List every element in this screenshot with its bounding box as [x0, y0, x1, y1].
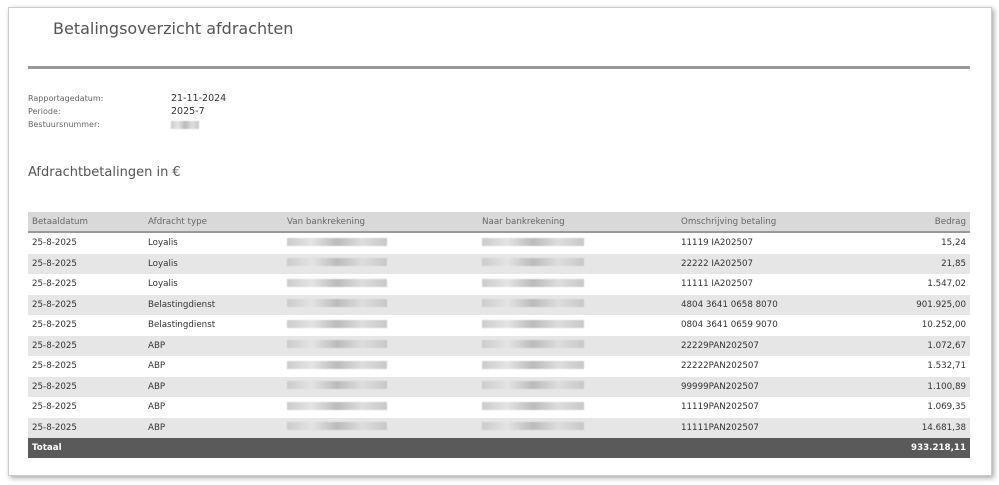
- table-row: 25-8-2025 Belastingdienst 4804 3641 0658…: [28, 294, 970, 315]
- col-afdracht-type: Afdracht type: [144, 212, 283, 233]
- van-bankrekening-redacted: [283, 253, 478, 274]
- bedrag: 1.547,02: [927, 279, 966, 290]
- bedrag: 1.532,71: [927, 361, 966, 372]
- table-row: 25-8-2025 Loyalis 22222 IA202507 21,85: [28, 253, 970, 274]
- page-title: Betalingsoverzicht afdrachten: [53, 19, 294, 38]
- naar-bankrekening-redacted: [478, 417, 677, 438]
- betaaldatum: 25-8-2025: [28, 335, 144, 356]
- afdracht-type: Belastingdienst: [148, 320, 216, 331]
- total-row: Totaal 933.218,11: [28, 438, 970, 458]
- bedrag: 1.072,67: [859, 335, 970, 356]
- betaaldatum: 25-8-2025: [32, 361, 77, 372]
- van-bankrekening-redacted: [283, 294, 478, 315]
- col-van-bankrekening: Van bankrekening: [283, 212, 478, 233]
- afdracht-type: Loyalis: [148, 238, 178, 249]
- total-label: Totaal: [28, 438, 860, 458]
- afdracht-type: ABP: [148, 402, 166, 413]
- van-bankrekening-redacted: [283, 335, 478, 356]
- bedrag: 21,85: [859, 253, 970, 274]
- bedrag: 15,24: [941, 238, 966, 249]
- table-row: 25-8-2025 Loyalis 11119 IA202507 15,24: [28, 232, 970, 254]
- table-row: 25-8-2025 ABP 99999PAN202507 1.100,89: [28, 376, 970, 397]
- rapportagedatum-label: Rapportagedatum:: [28, 94, 104, 103]
- omschrijving: 0804 3641 0659 9070: [681, 320, 778, 331]
- rapportagedatum-value: 21-11-2024: [171, 93, 227, 104]
- afdracht-type: ABP: [148, 361, 166, 372]
- naar-bankrekening-redacted: [478, 335, 677, 356]
- betaaldatum: 25-8-2025: [28, 417, 144, 438]
- betaaldatum: 25-8-2025: [28, 294, 144, 315]
- section-title: Afdrachtbetalingen in €: [28, 165, 181, 180]
- betaaldatum: 25-8-2025: [28, 376, 144, 397]
- afdracht-type: Belastingdienst: [144, 294, 283, 315]
- col-bedrag: Bedrag: [859, 212, 970, 233]
- periode-label: Periode:: [28, 107, 61, 116]
- col-betaaldatum: Betaaldatum: [28, 212, 144, 233]
- col-omschrijving: Omschrijving betaling: [677, 212, 860, 233]
- table-row: 25-8-2025 Belastingdienst 0804 3641 0659…: [28, 315, 970, 336]
- table-row: 25-8-2025 ABP 11111PAN202507 14.681,38: [28, 417, 970, 438]
- bestuursnummer-redacted: [171, 121, 199, 132]
- naar-bankrekening-redacted: [478, 232, 677, 254]
- afdracht-type: ABP: [144, 417, 283, 438]
- afdracht-type: ABP: [144, 376, 283, 397]
- betaaldatum: 25-8-2025: [28, 253, 144, 274]
- naar-bankrekening-redacted: [478, 356, 677, 377]
- betaaldatum: 25-8-2025: [32, 402, 77, 413]
- omschrijving: 11111 IA202507: [681, 279, 754, 290]
- omschrijving: 11111PAN202507: [677, 417, 860, 438]
- afdracht-type: ABP: [144, 335, 283, 356]
- betaaldatum: 25-8-2025: [32, 238, 77, 249]
- divider: [28, 66, 970, 69]
- bedrag: 1.069,35: [927, 402, 966, 413]
- table-header: Betaaldatum Afdracht type Van bankrekeni…: [28, 212, 970, 233]
- omschrijving: 99999PAN202507: [677, 376, 860, 397]
- omschrijving: 4804 3641 0658 8070: [677, 294, 860, 315]
- van-bankrekening-redacted: [283, 315, 478, 336]
- naar-bankrekening-redacted: [478, 376, 677, 397]
- omschrijving: 11119 IA202507: [681, 238, 754, 249]
- naar-bankrekening-redacted: [478, 397, 677, 418]
- table-row: 25-8-2025 ABP 22229PAN202507 1.072,67: [28, 335, 970, 356]
- bedrag: 901.925,00: [859, 294, 970, 315]
- omschrijving: 22222 IA202507: [677, 253, 860, 274]
- bedrag: 1.100,89: [859, 376, 970, 397]
- afdracht-type: Loyalis: [148, 279, 178, 290]
- van-bankrekening-redacted: [283, 397, 478, 418]
- van-bankrekening-redacted: [283, 376, 478, 397]
- omschrijving: 22229PAN202507: [677, 335, 860, 356]
- payments-table: Betaaldatum Afdracht type Van bankrekeni…: [28, 212, 970, 458]
- van-bankrekening-redacted: [283, 274, 478, 295]
- betaaldatum: 25-8-2025: [32, 279, 77, 290]
- naar-bankrekening-redacted: [478, 274, 677, 295]
- betaaldatum: 25-8-2025: [32, 320, 77, 331]
- naar-bankrekening-redacted: [478, 294, 677, 315]
- table-row: 25-8-2025 ABP 11119PAN202507 1.069,35: [28, 397, 970, 418]
- van-bankrekening-redacted: [283, 417, 478, 438]
- table-row: 25-8-2025 ABP 22222PAN202507 1.532,71: [28, 356, 970, 377]
- van-bankrekening-redacted: [283, 356, 478, 377]
- bedrag: 10.252,00: [921, 320, 966, 331]
- table-row: 25-8-2025 Loyalis 11111 IA202507 1.547,0…: [28, 274, 970, 295]
- omschrijving: 22222PAN202507: [681, 361, 759, 372]
- total-bedrag: 933.218,11: [859, 438, 970, 458]
- bestuursnummer-label: Bestuursnummer:: [28, 120, 100, 129]
- bedrag: 14.681,38: [859, 417, 970, 438]
- naar-bankrekening-redacted: [478, 253, 677, 274]
- van-bankrekening-redacted: [283, 232, 478, 254]
- omschrijving: 11119PAN202507: [681, 402, 759, 413]
- afdracht-type: Loyalis: [144, 253, 283, 274]
- col-naar-bankrekening: Naar bankrekening: [478, 212, 677, 233]
- report-page: Betalingsoverzicht afdrachten Rapportage…: [8, 7, 992, 476]
- naar-bankrekening-redacted: [478, 315, 677, 336]
- periode-value: 2025-7: [171, 106, 205, 117]
